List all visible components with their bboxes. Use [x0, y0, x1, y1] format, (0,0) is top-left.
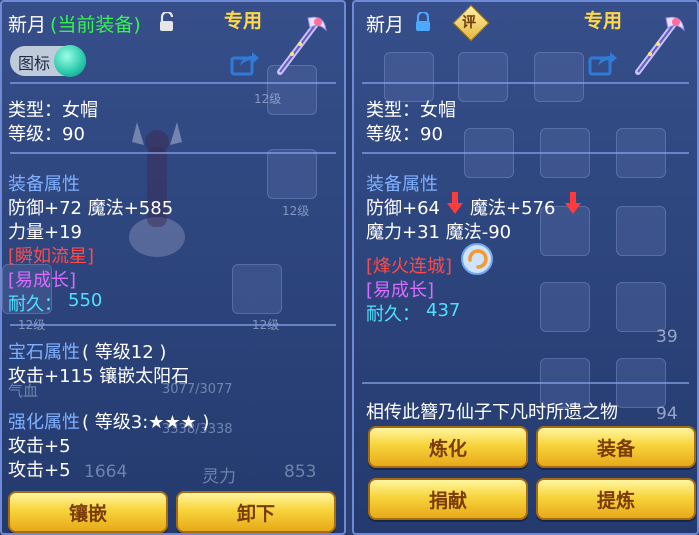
item-weapon-icon — [277, 16, 327, 75]
divider — [10, 324, 336, 326]
item-name: 新月 — [8, 14, 47, 36]
divider — [362, 82, 689, 84]
attribute-heading: 装备属性 — [8, 174, 80, 195]
special-skill: [瞬如流星] — [8, 246, 95, 267]
background-level-tag: 12级 — [282, 204, 310, 218]
refresh-icon[interactable] — [460, 242, 494, 276]
icon-toggle-label: 图标 — [18, 54, 51, 73]
durability-label: 耐久： — [8, 294, 62, 315]
background-slot — [458, 52, 508, 102]
background-slot — [540, 282, 590, 332]
background-slot — [267, 149, 317, 199]
enhance-line: 攻击+5 — [8, 436, 71, 457]
item-type: 类型：女帽 — [8, 100, 98, 121]
extract-button[interactable]: 提炼 — [536, 478, 696, 520]
compare-item-panel: 39 94 新月 评 专用 类型：女帽 等级：90 装备属性 防御+64 魔法+… — [352, 0, 699, 535]
durability-label: 耐久： — [366, 304, 420, 325]
equipped-status: (当前装备) — [50, 14, 141, 36]
attribute-line: 魔力+31 魔法-90 — [366, 222, 512, 243]
unlock-icon[interactable] — [158, 12, 176, 32]
divider — [362, 152, 689, 154]
background-stat-value: 853 — [284, 462, 317, 482]
donate-button[interactable]: 捐献 — [368, 478, 528, 520]
special-effect: [易成长] — [366, 280, 435, 301]
enhance-level: ( 等级3:★★★ ) — [82, 412, 210, 433]
exclusive-label: 专用 — [224, 10, 263, 32]
enhance-line: 攻击+5 — [8, 460, 71, 481]
background-count: 94 — [656, 404, 678, 424]
background-level-tag: 12级 — [254, 92, 282, 106]
item-type: 类型：女帽 — [366, 100, 456, 121]
item-weapon-icon — [635, 16, 685, 75]
review-badge: 评 — [462, 15, 476, 31]
durability-value: 437 — [426, 300, 461, 321]
background-stat-value: 1664 — [84, 462, 128, 482]
share-icon[interactable] — [230, 50, 260, 76]
gem-level: ( 等级12 ) — [82, 342, 167, 363]
inlay-button[interactable]: 镶嵌 — [8, 491, 168, 533]
attribute-line: 魔法+576 — [470, 198, 556, 219]
unequip-button[interactable]: 卸下 — [176, 491, 336, 533]
equipped-item-panel: 12级 12级 12级 12级 气血 3077/3077 3338/3338 1… — [0, 0, 346, 535]
special-effect: [易成长] — [8, 270, 77, 291]
lock-icon[interactable] — [414, 12, 432, 32]
decrease-arrow-icon — [565, 192, 581, 214]
durability-value: 550 — [68, 290, 103, 311]
background-slot — [616, 282, 666, 332]
toggle-knob — [54, 45, 86, 77]
attribute-line: 防御+72 魔法+585 — [8, 198, 174, 219]
gem-attribute: 攻击+115 镶嵌太阳石 — [8, 366, 190, 387]
decrease-arrow-icon — [447, 192, 463, 214]
special-skill: [烽火连城] — [366, 256, 453, 277]
item-description: 相传此簪乃仙子下凡时所遗之物 — [366, 402, 618, 423]
background-slot — [616, 206, 666, 256]
gem-heading: 宝石属性 — [8, 342, 80, 363]
icon-toggle[interactable]: 图标 — [10, 45, 86, 77]
refine-button[interactable]: 炼化 — [368, 426, 528, 468]
background-count: 39 — [656, 327, 678, 347]
divider — [362, 382, 689, 384]
attribute-line: 力量+19 — [8, 222, 82, 243]
exclusive-label: 专用 — [584, 10, 623, 32]
background-slot — [232, 264, 282, 314]
background-stat-label: 灵力 — [202, 467, 236, 487]
background-slot — [384, 52, 434, 102]
share-icon[interactable] — [588, 50, 618, 76]
item-level: 等级：90 — [366, 124, 443, 145]
enhance-heading: 强化属性 — [8, 412, 80, 433]
attribute-line: 防御+64 — [366, 198, 440, 219]
item-name: 新月 — [366, 14, 405, 36]
background-slot — [534, 52, 584, 102]
divider — [10, 152, 336, 154]
divider — [10, 82, 336, 84]
item-level: 等级：90 — [8, 124, 85, 145]
attribute-heading: 装备属性 — [366, 174, 438, 195]
equip-button[interactable]: 装备 — [536, 426, 696, 468]
character-silhouette — [129, 122, 185, 257]
